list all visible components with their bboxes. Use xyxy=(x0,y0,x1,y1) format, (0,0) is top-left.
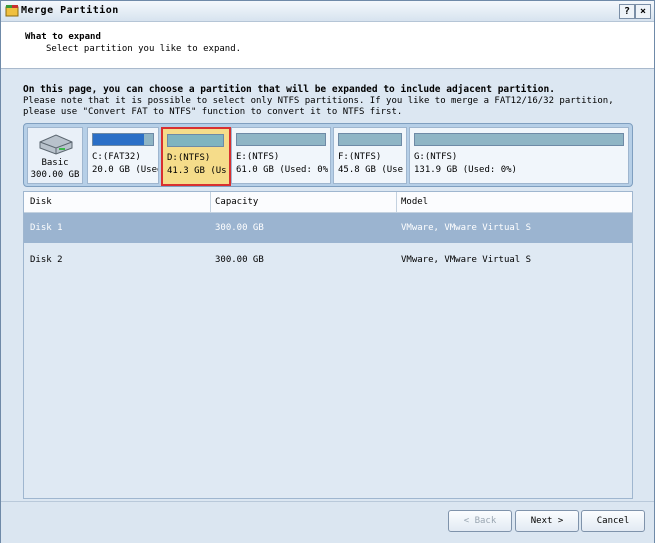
wizard-header: What to expand Select partition you like… xyxy=(1,22,654,69)
partition-e[interactable]: E:(NTFS) 61.0 GB (Used: 0% xyxy=(231,127,331,184)
disk-summary[interactable]: Basic 300.00 GB xyxy=(27,127,83,184)
partition-info: 131.9 GB (Used: 0%) xyxy=(414,165,517,175)
usage-bar xyxy=(338,133,402,146)
disk-map: Basic 300.00 GB C:(FAT32) 20.0 GB (Use d:… xyxy=(23,123,633,187)
partition-info: 41.3 GB (Us xyxy=(167,166,227,176)
partition-d[interactable]: D:(NTFS) 41.3 GB (Us xyxy=(161,127,231,186)
next-button[interactable]: Next > xyxy=(515,510,579,532)
partition-name: C:(FAT32) xyxy=(92,152,141,162)
column-header-capacity[interactable]: Capacity xyxy=(215,197,258,207)
partition-info: 20.0 GB (Used: xyxy=(92,165,158,175)
partition-name: G:(NTFS) xyxy=(414,152,458,162)
cell-capacity: 300.00 GB xyxy=(215,223,264,233)
title-bar[interactable]: Merge Partition ? × xyxy=(1,1,654,22)
back-button[interactable]: < Back xyxy=(448,510,512,532)
app-icon xyxy=(5,5,19,17)
intro-line-1: On this page, you can choose a partition… xyxy=(23,84,555,95)
partition-info: 61.0 GB (Used: 0% xyxy=(236,165,329,175)
content-area: On this page, you can choose a partition… xyxy=(1,71,654,501)
partition-c[interactable]: C:(FAT32) 20.0 GB (Used: xyxy=(87,127,159,184)
cell-model: VMware, VMware Virtual S xyxy=(401,223,532,233)
cancel-button[interactable]: Cancel xyxy=(581,510,645,532)
table-row[interactable]: Disk 2 300.00 GB VMware, VMware Virtual … xyxy=(24,245,632,275)
column-header-disk[interactable]: Disk xyxy=(30,197,52,207)
disk-table: Disk Capacity Model Disk 1 300.00 GB VMw… xyxy=(23,191,633,499)
column-divider[interactable] xyxy=(210,192,211,212)
header-title: What to expand xyxy=(25,32,101,42)
partition-info: 45.8 GB (Use xyxy=(338,165,404,175)
window-title: Merge Partition xyxy=(21,5,119,16)
cell-disk: Disk 1 xyxy=(30,223,63,233)
close-button[interactable]: × xyxy=(635,4,651,19)
cell-capacity: 300.00 GB xyxy=(215,255,264,265)
usage-fill xyxy=(93,134,144,145)
wizard-footer: < Back Next > Cancel xyxy=(1,501,654,543)
table-row[interactable]: Disk 1 300.00 GB VMware, VMware Virtual … xyxy=(24,213,632,243)
intro-line-2: Please note that it is possible to selec… xyxy=(23,96,614,106)
table-header: Disk Capacity Model xyxy=(24,192,632,213)
partition-f[interactable]: F:(NTFS) 45.8 GB (Use xyxy=(333,127,407,184)
column-divider[interactable] xyxy=(396,192,397,212)
header-subtitle: Select partition you like to expand. xyxy=(46,44,242,54)
intro-line-3: please use "Convert FAT to NTFS" functio… xyxy=(23,107,403,117)
partition-name: F:(NTFS) xyxy=(338,152,382,162)
partition-g[interactable]: G:(NTFS) 131.9 GB (Used: 0%) xyxy=(409,127,629,184)
merge-partition-dialog: Merge Partition ? × What to expand Selec… xyxy=(0,0,655,543)
disk-size: 300.00 GB xyxy=(30,170,80,180)
column-header-model[interactable]: Model xyxy=(401,197,428,207)
cell-model: VMware, VMware Virtual S xyxy=(401,255,532,265)
partition-name: D:(NTFS) xyxy=(167,153,211,163)
partition-name: E:(NTFS) xyxy=(236,152,280,162)
usage-bar xyxy=(167,134,224,147)
hard-disk-icon xyxy=(39,134,73,155)
usage-bar xyxy=(92,133,154,146)
help-button[interactable]: ? xyxy=(619,4,635,19)
disk-type: Basic xyxy=(41,158,69,168)
cell-disk: Disk 2 xyxy=(30,255,63,265)
usage-bar xyxy=(236,133,326,146)
usage-bar xyxy=(414,133,624,146)
